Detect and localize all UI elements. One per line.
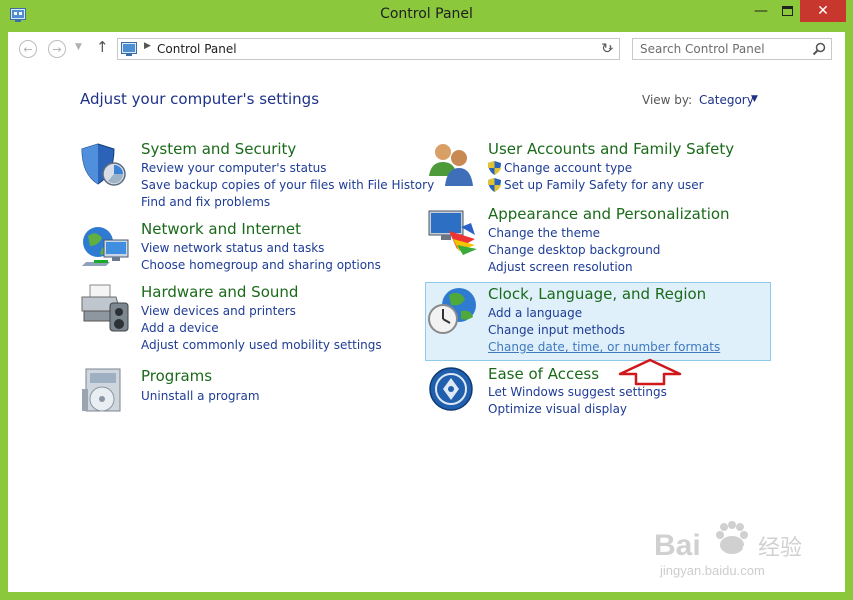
view-by-label: View by: (642, 93, 693, 107)
page-title: Adjust your computer's settings (80, 90, 320, 108)
watermark-url: jingyan.baidu.com (659, 563, 765, 578)
category-title[interactable]: Hardware and Sound (141, 283, 298, 301)
link-homegroup[interactable]: Choose homegroup and sharing options (141, 258, 381, 272)
link-review-status[interactable]: Review your computer's status (141, 161, 327, 175)
link-desktop-background[interactable]: Change desktop background (488, 243, 660, 257)
view-by-dropdown[interactable]: Category (699, 93, 754, 107)
watermark-chinese: 经验 (758, 536, 802, 561)
navigation-bar: ← → ▼ ↑ ▶ Control Panel ⌄ ↻ Search Contr… (8, 32, 845, 66)
link-visual-display[interactable]: Optimize visual display (488, 402, 627, 416)
forward-arrow-icon: → (52, 42, 62, 56)
link-input-methods[interactable]: Change input methods (488, 323, 625, 337)
link-devices-printers[interactable]: View devices and printers (141, 304, 296, 318)
shield-icon[interactable] (80, 140, 132, 192)
link-family-safety[interactable]: Set up Family Safety for any user (504, 178, 704, 192)
breadcrumb[interactable]: Control Panel (157, 42, 237, 56)
watermark-brand: Bai (654, 529, 701, 562)
baidu-watermark-logo: Bai du 经验 jingyan.baidu.com (654, 521, 802, 578)
link-uninstall-program[interactable]: Uninstall a program (141, 389, 260, 403)
category-title[interactable]: Appearance and Personalization (488, 205, 730, 223)
maximize-icon (781, 6, 793, 16)
programs-disc-icon[interactable] (80, 367, 132, 419)
forward-button[interactable]: → (48, 40, 66, 58)
chevron-down-icon: ▼ (75, 42, 82, 52)
minimize-icon: — (754, 3, 768, 19)
uac-shield-icon (488, 161, 501, 175)
back-arrow-icon: ← (23, 42, 33, 56)
category-title[interactable]: User Accounts and Family Safety (488, 140, 734, 158)
category-title[interactable]: Programs (141, 367, 212, 385)
control-panel-window: Control Panel — ✕ ← → ▼ ↑ ▶ Control Pane… (0, 0, 853, 600)
monitor-palette-icon[interactable] (427, 205, 479, 257)
category-title[interactable]: Clock, Language, and Region (488, 285, 706, 303)
close-icon: ✕ (817, 3, 829, 19)
link-screen-resolution[interactable]: Adjust screen resolution (488, 260, 633, 274)
link-find-fix-problems[interactable]: Find and fix problems (141, 195, 270, 209)
link-date-time-formats[interactable]: Change date, time, or number formats (488, 340, 720, 354)
category-title[interactable]: System and Security (141, 140, 296, 158)
address-bar[interactable]: ▶ Control Panel ⌄ (117, 38, 620, 60)
refresh-button[interactable]: ↻ (597, 39, 617, 59)
control-panel-icon (121, 42, 137, 56)
clock-globe-icon[interactable] (427, 285, 479, 337)
back-button[interactable]: ← (19, 40, 37, 58)
link-mobility-settings[interactable]: Adjust commonly used mobility settings (141, 338, 382, 352)
link-change-account-type[interactable]: Change account type (504, 161, 632, 175)
recent-locations-button[interactable]: ▼ (75, 42, 82, 52)
link-change-theme[interactable]: Change the theme (488, 226, 600, 240)
link-add-language[interactable]: Add a language (488, 306, 582, 320)
link-file-history[interactable]: Save backup copies of your files with Fi… (141, 178, 434, 192)
chevron-down-icon[interactable]: ▼ (751, 94, 758, 104)
uac-shield-icon (488, 178, 501, 192)
close-button[interactable]: ✕ (800, 0, 846, 22)
printer-speaker-icon[interactable] (80, 283, 132, 335)
search-placeholder: Search Control Panel (640, 42, 765, 56)
refresh-icon: ↻ (601, 41, 613, 57)
link-network-status[interactable]: View network status and tasks (141, 241, 324, 255)
category-title[interactable]: Ease of Access (488, 365, 599, 383)
link-suggest-settings[interactable]: Let Windows suggest settings (488, 385, 667, 399)
users-icon[interactable] (427, 140, 479, 192)
search-input[interactable]: Search Control Panel (632, 38, 832, 60)
link-add-device[interactable]: Add a device (141, 321, 219, 335)
up-button[interactable]: ↑ (96, 38, 109, 56)
title-bar[interactable]: Control Panel — ✕ (0, 0, 853, 32)
content-area: ← → ▼ ↑ ▶ Control Panel ⌄ ↻ Search Contr… (8, 32, 845, 592)
maximize-button[interactable] (774, 0, 800, 22)
breadcrumb-separator-icon[interactable]: ▶ (144, 41, 151, 51)
search-icon[interactable] (812, 42, 826, 56)
annotation-up-arrow (618, 358, 682, 386)
window-title: Control Panel (380, 6, 473, 22)
ease-of-access-icon[interactable] (427, 365, 479, 417)
minimize-button[interactable]: — (748, 0, 774, 22)
network-globe-icon[interactable] (80, 220, 132, 272)
category-title[interactable]: Network and Internet (141, 220, 301, 238)
up-arrow-icon: ↑ (96, 38, 109, 56)
